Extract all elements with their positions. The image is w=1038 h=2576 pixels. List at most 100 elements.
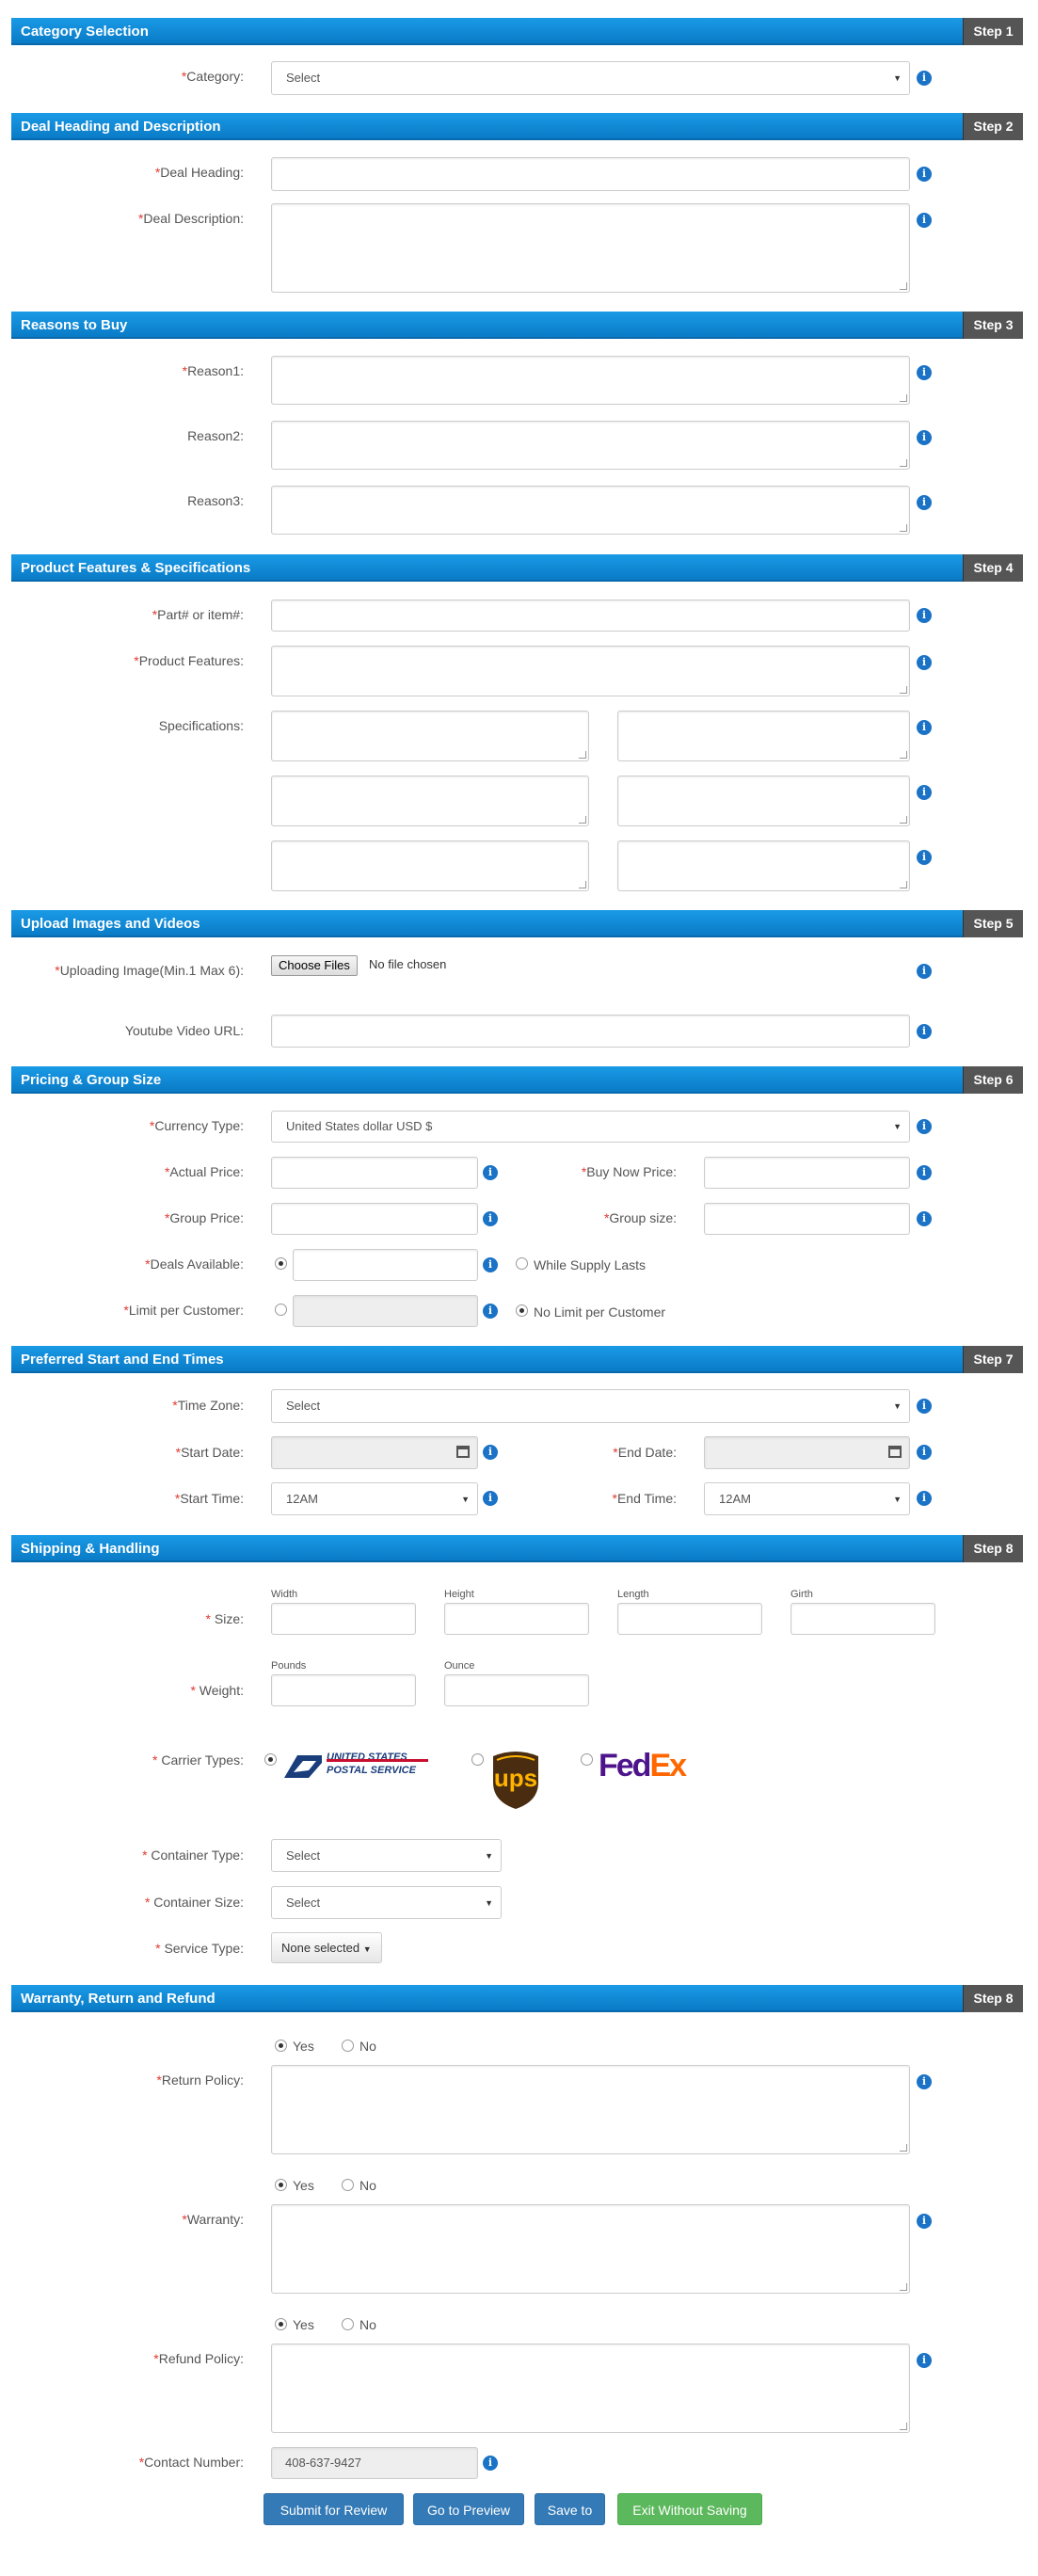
currency-label: *Currency Type: bbox=[149, 1118, 244, 1133]
limit-radio[interactable] bbox=[275, 1304, 287, 1316]
return-policy-textarea[interactable] bbox=[271, 2065, 910, 2154]
category-select[interactable]: Select ▼ bbox=[271, 61, 910, 95]
info-icon[interactable]: i bbox=[917, 1024, 932, 1039]
deal-heading-input[interactable] bbox=[271, 157, 910, 191]
ups-radio[interactable] bbox=[471, 1753, 484, 1766]
info-icon[interactable]: i bbox=[917, 213, 932, 228]
spec-textarea[interactable] bbox=[271, 776, 589, 826]
deals-available-radio[interactable] bbox=[275, 1257, 287, 1270]
info-icon[interactable]: i bbox=[917, 2074, 932, 2089]
info-icon[interactable]: i bbox=[917, 850, 932, 865]
go-to-preview-button[interactable]: Go to Preview bbox=[413, 2493, 524, 2525]
spec-textarea[interactable] bbox=[271, 711, 589, 761]
return-yes-radio[interactable] bbox=[275, 2040, 287, 2052]
section-header-category: Category Selection Step 1 bbox=[11, 18, 1023, 45]
info-icon[interactable]: i bbox=[917, 1445, 932, 1460]
usps-logo[interactable]: UNITED STATES POSTAL SERVICE bbox=[284, 1750, 433, 1780]
fedex-radio[interactable] bbox=[581, 1753, 593, 1766]
spec-textarea[interactable] bbox=[617, 776, 910, 826]
info-icon[interactable]: i bbox=[917, 608, 932, 623]
reason3-textarea[interactable] bbox=[271, 486, 910, 535]
service-type-dropdown[interactable]: None selected ▼ bbox=[271, 1932, 382, 1963]
info-icon[interactable]: i bbox=[917, 430, 932, 445]
warranty-yes-radio[interactable] bbox=[275, 2179, 287, 2191]
info-icon[interactable]: i bbox=[917, 2353, 932, 2368]
info-icon[interactable]: i bbox=[917, 1399, 932, 1414]
calendar-icon[interactable] bbox=[888, 1446, 902, 1458]
info-icon[interactable]: i bbox=[917, 1119, 932, 1134]
info-icon[interactable]: i bbox=[917, 1165, 932, 1180]
reason1-textarea[interactable] bbox=[271, 356, 910, 405]
girth-input[interactable] bbox=[790, 1603, 935, 1635]
ounce-input[interactable] bbox=[444, 1674, 589, 1706]
no-limit-label: No Limit per Customer bbox=[534, 1304, 666, 1320]
deal-description-textarea[interactable] bbox=[271, 203, 910, 293]
length-input[interactable] bbox=[617, 1603, 762, 1635]
end-time-select[interactable]: 12AM ▼ bbox=[704, 1482, 910, 1515]
info-icon[interactable]: i bbox=[917, 785, 932, 800]
features-textarea[interactable] bbox=[271, 646, 910, 696]
usps-radio[interactable] bbox=[264, 1753, 277, 1766]
time-zone-select[interactable]: Select ▼ bbox=[271, 1389, 910, 1423]
refund-yes-radio[interactable] bbox=[275, 2318, 287, 2330]
info-icon[interactable]: i bbox=[917, 2214, 932, 2229]
deals-available-input[interactable] bbox=[293, 1249, 478, 1281]
container-type-select[interactable]: Select ▼ bbox=[271, 1839, 502, 1872]
save-button[interactable]: Save to bbox=[535, 2493, 605, 2525]
calendar-icon[interactable] bbox=[456, 1446, 470, 1458]
info-icon[interactable]: i bbox=[917, 495, 932, 510]
group-price-input[interactable] bbox=[271, 1203, 478, 1235]
info-icon[interactable]: i bbox=[483, 1491, 498, 1506]
part-input[interactable] bbox=[271, 600, 910, 632]
info-icon[interactable]: i bbox=[917, 365, 932, 380]
warranty-no-radio[interactable] bbox=[342, 2179, 354, 2191]
end-date-input[interactable] bbox=[704, 1436, 910, 1469]
info-icon[interactable]: i bbox=[917, 720, 932, 735]
info-icon[interactable]: i bbox=[483, 1445, 498, 1460]
actual-price-input[interactable] bbox=[271, 1157, 478, 1189]
width-input[interactable] bbox=[271, 1603, 416, 1635]
refund-no-radio[interactable] bbox=[342, 2318, 354, 2330]
height-input[interactable] bbox=[444, 1603, 589, 1635]
fedex-logo[interactable]: FedEx bbox=[599, 1748, 687, 1784]
info-icon[interactable]: i bbox=[917, 167, 932, 182]
info-icon[interactable]: i bbox=[917, 655, 932, 670]
warranty-label: *Warranty: bbox=[182, 2212, 244, 2227]
start-time-select[interactable]: 12AM ▼ bbox=[271, 1482, 478, 1515]
spec-textarea[interactable] bbox=[271, 840, 589, 891]
start-date-input[interactable] bbox=[271, 1436, 478, 1469]
info-icon[interactable]: i bbox=[483, 1211, 498, 1226]
youtube-input[interactable] bbox=[271, 1015, 910, 1048]
reason2-textarea[interactable] bbox=[271, 421, 910, 470]
pounds-input[interactable] bbox=[271, 1674, 416, 1706]
container-size-select[interactable]: Select ▼ bbox=[271, 1886, 502, 1919]
info-icon[interactable]: i bbox=[483, 1304, 498, 1319]
spec-textarea[interactable] bbox=[617, 840, 910, 891]
submit-for-review-button[interactable]: Submit for Review bbox=[263, 2493, 404, 2525]
info-icon[interactable]: i bbox=[483, 1257, 498, 1272]
return-no-radio[interactable] bbox=[342, 2040, 354, 2052]
buy-now-price-input[interactable] bbox=[704, 1157, 910, 1189]
currency-select[interactable]: United States dollar USD $ ▼ bbox=[271, 1111, 910, 1143]
info-icon[interactable]: i bbox=[917, 1491, 932, 1506]
info-icon[interactable]: i bbox=[483, 2456, 498, 2471]
info-icon[interactable]: i bbox=[917, 71, 932, 86]
group-size-input[interactable] bbox=[704, 1203, 910, 1235]
part-label: *Part# or item#: bbox=[152, 607, 244, 622]
contact-number-input[interactable]: 408-637-9427 bbox=[271, 2447, 478, 2479]
ups-logo[interactable]: ups bbox=[489, 1749, 542, 1811]
deal-heading-label: *Deal Heading: bbox=[154, 165, 244, 180]
info-icon[interactable]: i bbox=[917, 1211, 932, 1226]
warranty-textarea[interactable] bbox=[271, 2204, 910, 2294]
limit-input[interactable] bbox=[293, 1295, 478, 1327]
choose-files-button[interactable]: Choose Files bbox=[271, 955, 358, 976]
exit-without-saving-button[interactable]: Exit Without Saving bbox=[617, 2493, 762, 2525]
refund-policy-textarea[interactable] bbox=[271, 2344, 910, 2433]
contact-number-label: *Contact Number: bbox=[138, 2455, 244, 2470]
info-icon[interactable]: i bbox=[917, 964, 932, 979]
while-supply-radio[interactable] bbox=[516, 1257, 528, 1270]
info-icon[interactable]: i bbox=[483, 1165, 498, 1180]
spec-textarea[interactable] bbox=[617, 711, 910, 761]
no-limit-radio[interactable] bbox=[516, 1304, 528, 1317]
section-header-shipping: Shipping & Handling Step 8 bbox=[11, 1535, 1023, 1562]
